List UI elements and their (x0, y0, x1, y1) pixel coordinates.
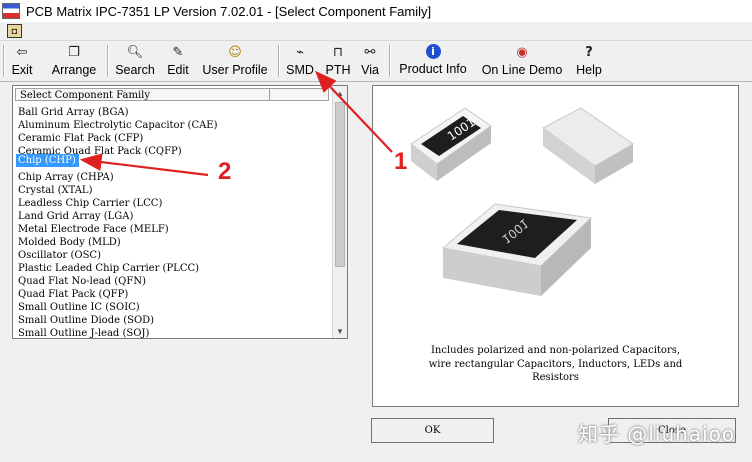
chip-resistor-small-left: 1001 (410, 107, 492, 181)
toolbar-separator (389, 45, 391, 77)
chip-resistor-illustration: 1001 1001 (410, 107, 634, 296)
help-icon: ? (585, 44, 593, 60)
list-item[interactable]: Crystal (XTAL) (16, 180, 332, 196)
list-item[interactable]: Metal Electrode Face (MELF) (16, 219, 332, 235)
toolbar-separator (3, 45, 5, 77)
product-info-label: Product Info (399, 62, 467, 76)
user-profile-button[interactable]: ☺ User Profile (199, 43, 271, 79)
exit-door-icon: ⇦ (16, 44, 28, 60)
search-label: Search (115, 63, 155, 77)
help-label: Help (576, 63, 602, 77)
scroll-down-arrow-icon[interactable]: ▼ (333, 324, 347, 338)
list-item[interactable]: Leadless Chip Carrier (LCC) (16, 193, 332, 209)
description-line: Includes polarized and non-polarized Cap… (430, 345, 681, 356)
exit-button[interactable]: ⇦ Exit (7, 43, 37, 79)
list-item[interactable]: Land Grid Array (LGA) (16, 206, 332, 222)
annotation-label-1: 1 (394, 148, 408, 175)
pth-button[interactable]: ⊓ PTH (324, 43, 352, 79)
edit-label: Edit (167, 63, 189, 77)
list-item[interactable]: Molded Body (MLD) (16, 232, 332, 248)
scroll-thumb[interactable] (335, 102, 345, 267)
annotation-label-2: 2 (218, 158, 232, 185)
list-header[interactable]: Select Component Family (15, 88, 329, 101)
user-profile-label: User Profile (202, 63, 268, 77)
product-info-button[interactable]: i Product Info (395, 43, 471, 79)
list-item[interactable]: Aluminum Electrolytic Capacitor (CAE) (16, 115, 332, 131)
toolbar: ⇦ Exit ❐ Arrange 🔍︎ Search ✎ Edit ☺ User… (0, 41, 752, 82)
list-item[interactable]: Ball Grid Array (BGA) (16, 102, 332, 118)
list-items: Ball Grid Array (BGA) Aluminum Electrolyt… (16, 102, 332, 339)
list-header-divider (269, 88, 270, 101)
list-item[interactable]: Small Outline J-lead (SOJ) (16, 323, 332, 339)
description-line: wire rectangular Capacitors, Inductors, … (428, 358, 683, 370)
edit-icon: ✎ (172, 44, 184, 60)
help-button[interactable]: ? Help (574, 43, 604, 79)
window-title: PCB Matrix IPC-7351 LP Version 7.02.01 -… (26, 3, 432, 19)
scroll-up-arrow-icon[interactable]: ▲ (333, 86, 347, 100)
pth-label: PTH (325, 63, 351, 77)
title-bar: PCB Matrix IPC-7351 LP Version 7.02.01 -… (0, 0, 752, 23)
list-item[interactable]: Oscillator (OSC) (16, 245, 332, 261)
list-item-label: Chip (CHP) (16, 154, 79, 167)
component-family-list[interactable]: Select Component Family Ball Grid Array … (12, 85, 348, 339)
globe-icon: ◉ (516, 44, 528, 60)
via-icon: ⚯ (364, 44, 376, 60)
smd-button[interactable]: ⌁ SMD (284, 43, 316, 79)
menu-strip: ◘ (0, 22, 752, 41)
info-icon: i (425, 44, 441, 59)
online-demo-button[interactable]: ◉ On Line Demo (479, 43, 565, 79)
arrange-windows-icon: ❐ (68, 44, 80, 60)
via-button[interactable]: ⚯ Via (358, 43, 382, 79)
app-flag-icon (2, 3, 20, 19)
exit-label: Exit (11, 63, 33, 77)
list-item[interactable]: Plastic Leaded Chip Carrier (PLCC) (16, 258, 332, 274)
list-item[interactable]: Small Outline IC (SOIC) (16, 297, 332, 313)
list-scrollbar[interactable]: ▲ ▼ (332, 86, 347, 338)
ok-button[interactable]: OK (371, 418, 494, 443)
search-button[interactable]: 🔍︎ Search (113, 43, 157, 79)
chip-resistor-large: 1001 (441, 203, 593, 296)
list-item[interactable]: Quad Flat Pack (QFP) (16, 284, 332, 300)
component-description: Includes polarized and non-polarized Cap… (383, 344, 728, 385)
list-item[interactable]: Small Outline Diode (SOD) (16, 310, 332, 326)
user-profile-icon: ☺ (228, 44, 242, 60)
pth-icon: ⊓ (332, 44, 344, 60)
list-item[interactable]: Ceramic Quad Flat Pack (CQFP) (16, 141, 332, 157)
watermark: 知乎 @liuhaioo (578, 422, 736, 446)
toolbar-separator (107, 45, 109, 77)
list-item[interactable]: Chip Array (CHPA) (16, 167, 332, 183)
search-icon: 🔍︎ (126, 44, 144, 60)
arrange-label: Arrange (51, 63, 97, 77)
via-label: Via (361, 63, 379, 77)
chip-resistor-small-right (542, 107, 634, 184)
smd-icon: ⌁ (296, 44, 304, 60)
online-demo-label: On Line Demo (481, 63, 563, 77)
system-menu-icon[interactable]: ◘ (7, 24, 22, 38)
list-item-label: Small Outline J-lead (SOJ) (18, 328, 150, 339)
description-line: Resistors (532, 372, 579, 383)
arrange-button[interactable]: ❐ Arrange (47, 43, 101, 79)
component-preview-panel: 1001 1001 Includes polarized and non-pol… (372, 85, 739, 407)
toolbar-separator (278, 45, 280, 77)
edit-button[interactable]: ✎ Edit (164, 43, 192, 79)
smd-label: SMD (286, 63, 314, 77)
